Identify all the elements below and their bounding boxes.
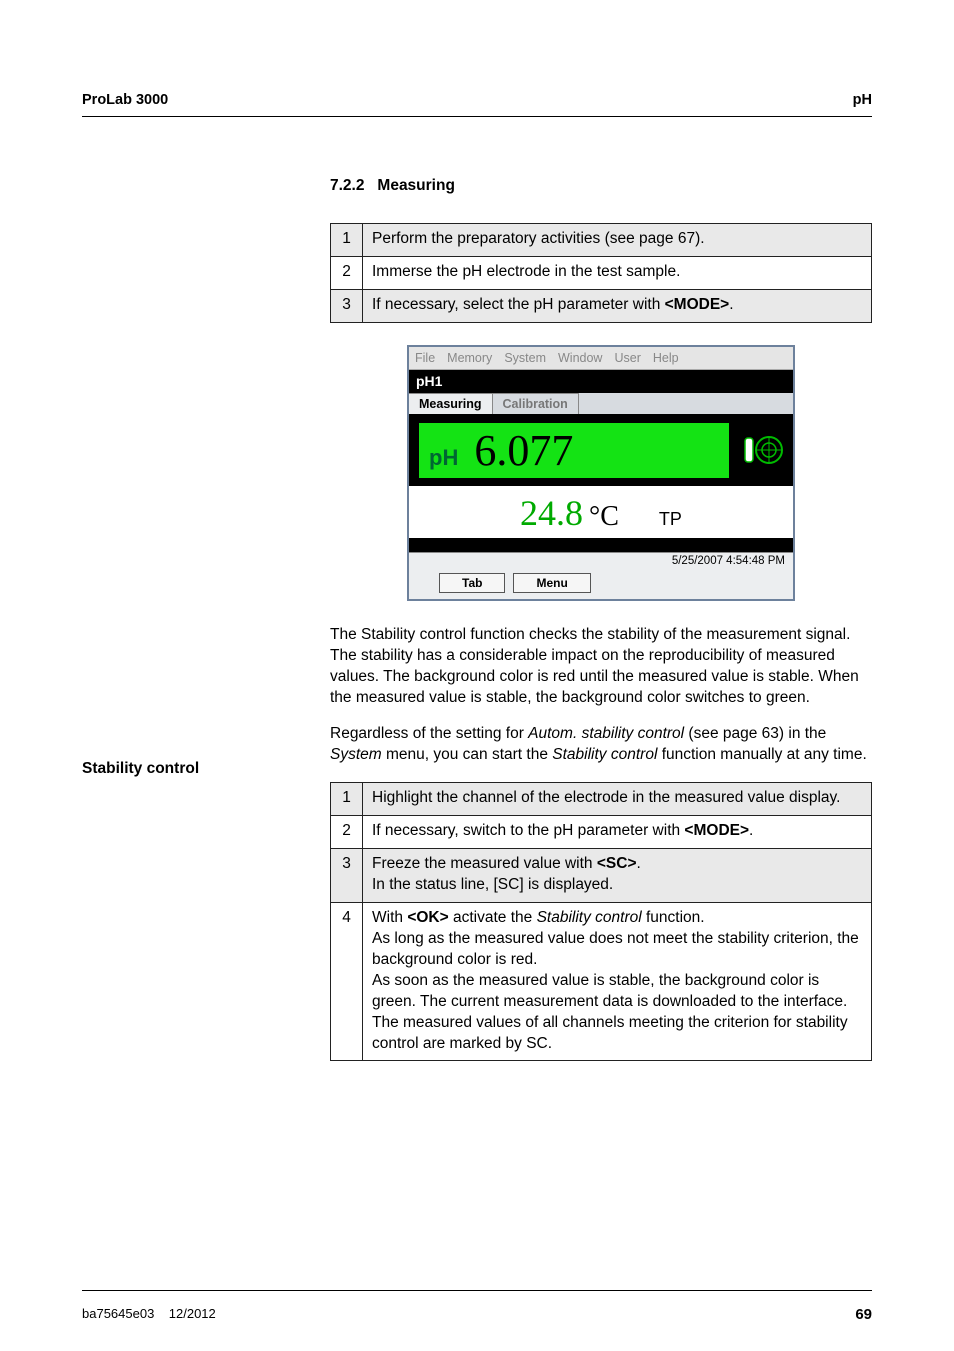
menu-memory[interactable]: Memory (447, 351, 492, 365)
paragraph: Regardless of the setting for Autom. sta… (330, 724, 872, 766)
text: activate the (449, 909, 537, 926)
device-screenshot: File Memory System Window User Help pH1 … (407, 345, 795, 601)
menu-help[interactable]: Help (653, 351, 679, 365)
temperature-unit: °C (589, 501, 619, 532)
step-number: 4 (331, 902, 363, 1060)
text: With (372, 909, 407, 926)
menubar: File Memory System Window User Help (409, 347, 793, 370)
step-text: If necessary, select the pH parameter wi… (363, 289, 872, 322)
section-title-text: Measuring (377, 177, 455, 194)
status-bar (409, 538, 793, 552)
text: As long as the measured value does not m… (372, 930, 859, 1052)
text: If necessary, select the pH parameter wi… (372, 296, 665, 313)
text: Regardless of the setting for (330, 725, 528, 742)
menu-user[interactable]: User (614, 351, 640, 365)
divider-bottom (82, 1290, 872, 1291)
step-number: 3 (331, 849, 363, 903)
doc-date: 12/2012 (169, 1306, 216, 1321)
step-number: 2 (331, 256, 363, 289)
step-text: Freeze the measured value with <SC>. In … (363, 849, 872, 903)
ph-reading: pH 6.077 (419, 423, 729, 478)
text: (see page 63) in the (684, 725, 826, 742)
ph-value: 6.077 (474, 425, 573, 476)
text: Freeze the measured value with (372, 855, 597, 872)
key-ok: <OK> (407, 909, 448, 926)
step-number: 2 (331, 816, 363, 849)
footer-left: ba75645e03 12/2012 (82, 1306, 216, 1323)
step-text: Immerse the pH electrode in the test sam… (363, 256, 872, 289)
side-label-stability: Stability control (82, 760, 199, 778)
header-right: pH (853, 92, 872, 108)
text-italic: Stability control (537, 909, 642, 926)
step-number: 3 (331, 289, 363, 322)
step-text: Highlight the channel of the electrode i… (363, 783, 872, 816)
steps-table-2: 1 Highlight the channel of the electrode… (330, 782, 872, 1061)
step-number: 1 (331, 224, 363, 257)
step-text: With <OK> activate the Stability control… (363, 902, 872, 1060)
page-number: 69 (855, 1306, 872, 1323)
paragraph: The Stability control function checks th… (330, 625, 872, 709)
steps-table-1: 1 Perform the preparatory activities (se… (330, 223, 872, 323)
sensor-icon (743, 431, 783, 469)
tab-calibration[interactable]: Calibration (493, 393, 579, 414)
ph-label: pH (429, 445, 458, 471)
header-left: ProLab 3000 (82, 92, 168, 108)
window-title: pH1 (409, 370, 793, 393)
key-mode: <MODE> (665, 296, 730, 313)
tp-label: TP (659, 509, 682, 530)
text: In the status line, [SC] is displayed. (372, 876, 613, 893)
key-mode: <MODE> (684, 822, 749, 839)
menu-button[interactable]: Menu (513, 573, 590, 593)
text: . (749, 822, 753, 839)
section-number: 7.2.2 (330, 177, 364, 194)
doc-id: ba75645e03 (82, 1306, 154, 1321)
text-italic: System (330, 746, 382, 763)
section-heading: 7.2.2 Measuring (330, 177, 872, 195)
menu-window[interactable]: Window (558, 351, 602, 365)
text-italic: Stability control (552, 746, 657, 763)
key-sc: <SC> (597, 855, 637, 872)
menu-file[interactable]: File (415, 351, 435, 365)
divider (82, 116, 872, 117)
temperature-value: 24.8 (520, 493, 583, 533)
temperature-row: 24.8°C TP (409, 486, 793, 538)
tab-measuring[interactable]: Measuring (409, 393, 493, 414)
tab-button[interactable]: Tab (439, 573, 505, 593)
text: . (729, 296, 733, 313)
menu-system[interactable]: System (504, 351, 546, 365)
text-italic: Autom. stability control (528, 725, 684, 742)
text: menu, you can start the (382, 746, 553, 763)
step-text: If necessary, switch to the pH parameter… (363, 816, 872, 849)
text: . (637, 855, 641, 872)
step-number: 1 (331, 783, 363, 816)
tabs: Measuring Calibration (409, 393, 793, 415)
step-text: Perform the preparatory activities (see … (363, 224, 872, 257)
text: function. (642, 909, 705, 926)
timestamp: 5/25/2007 4:54:48 PM (409, 552, 793, 569)
text: If necessary, switch to the pH parameter… (372, 822, 684, 839)
text: function manually at any time. (657, 746, 866, 763)
